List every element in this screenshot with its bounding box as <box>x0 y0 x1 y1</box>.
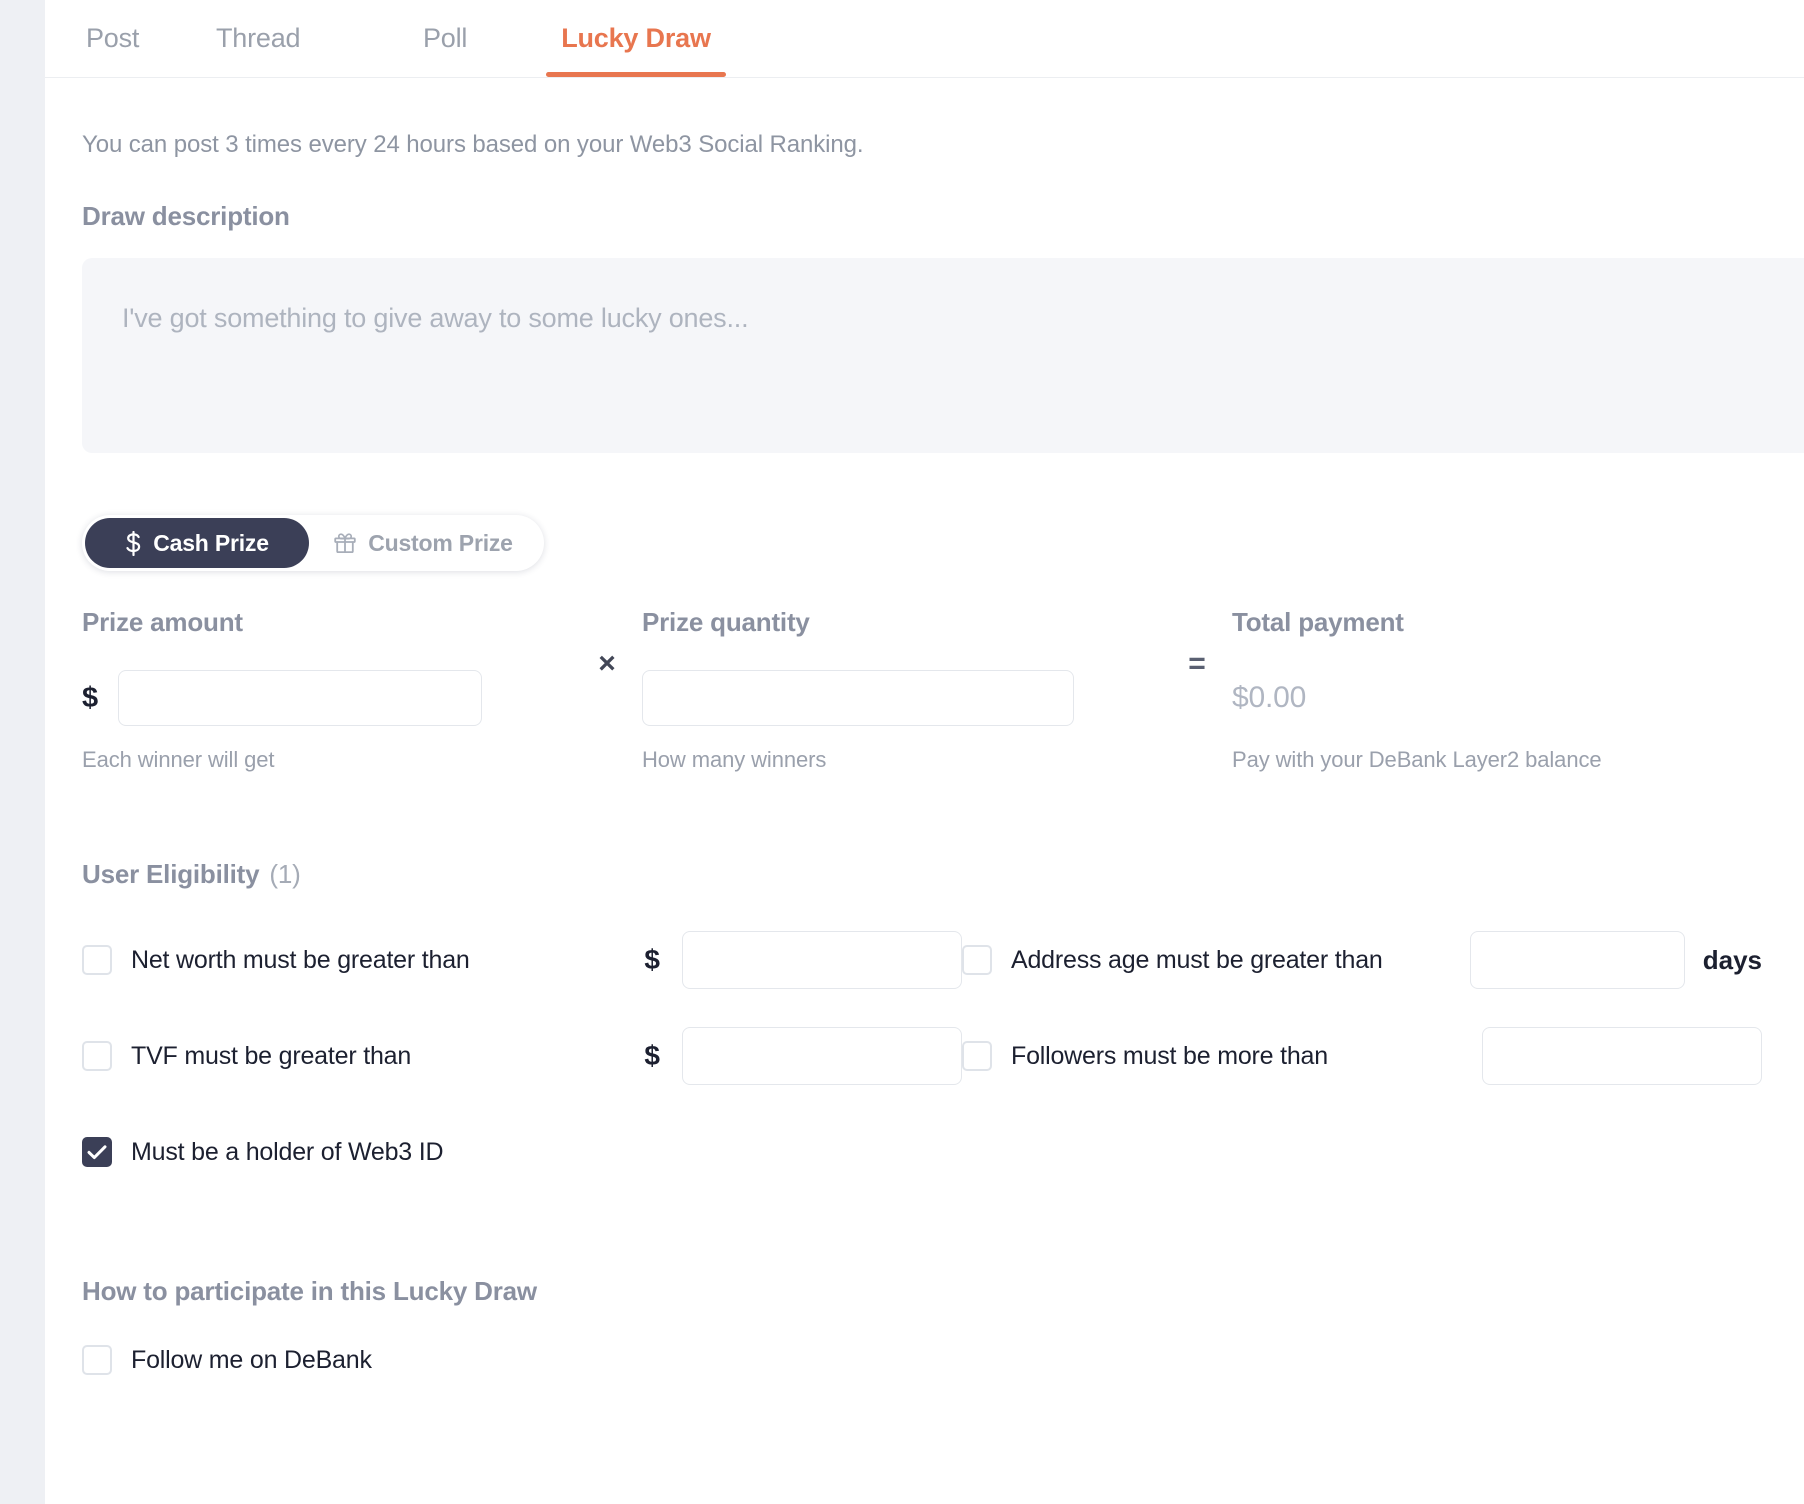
tab-thread[interactable]: Thread <box>212 0 419 77</box>
prize-type-cash-label: Cash Prize <box>153 530 269 557</box>
eligibility-row: Net worth must be greater than $ Address… <box>82 928 1804 992</box>
tab-post[interactable]: Post <box>82 0 212 77</box>
tab-poll[interactable]: Poll <box>419 0 546 77</box>
total-payment-helper: Pay with your DeBank Layer2 balance <box>1232 747 1752 773</box>
prize-amount-currency-prefix: $ <box>82 682 118 715</box>
eligibility-rule-tvf: TVF must be greater than $ <box>82 1027 962 1085</box>
prize-amount-group: Prize amount $ Each winner will get <box>82 607 572 773</box>
checkbox-tvf[interactable] <box>82 1041 112 1071</box>
checkbox-follow-me[interactable] <box>82 1345 112 1375</box>
tab-thread-label: Thread <box>216 23 300 54</box>
address-age-input[interactable] <box>1470 931 1685 989</box>
prize-type-cash-button[interactable]: Cash Prize <box>85 518 309 568</box>
multiply-operator: × <box>572 635 642 693</box>
tvf-currency-prefix: $ <box>644 1040 660 1072</box>
tab-lucky-draw[interactable]: Lucky Draw <box>546 0 726 77</box>
net-worth-input[interactable] <box>682 931 962 989</box>
checkbox-web3-id-holder-label: Must be a holder of Web3 ID <box>131 1138 443 1167</box>
user-eligibility-rules: Net worth must be greater than $ Address… <box>82 928 1804 1184</box>
post-limit-hint: You can post 3 times every 24 hours base… <box>82 131 1804 159</box>
tvf-input[interactable] <box>682 1027 962 1085</box>
checkbox-followers[interactable] <box>962 1041 992 1071</box>
prize-type-custom-button[interactable]: Custom Prize <box>309 518 537 568</box>
gift-icon <box>333 531 357 555</box>
draw-description-textarea[interactable]: I've got something to give away to some … <box>82 258 1804 453</box>
prize-fields-row: Prize amount $ Each winner will get × Pr… <box>82 607 1804 773</box>
user-eligibility-count: (1) <box>269 859 300 889</box>
composer-card: Post Thread Poll Lucky Draw You can post… <box>45 0 1804 1504</box>
net-worth-currency-prefix: $ <box>644 944 660 976</box>
page-left-gutter <box>0 0 45 1504</box>
checkbox-address-age[interactable] <box>962 945 992 975</box>
prize-quantity-group: Prize quantity How many winners <box>642 607 1162 773</box>
prize-amount-helper: Each winner will get <box>82 747 572 773</box>
tab-post-label: Post <box>86 23 139 54</box>
equals-operator: = <box>1162 635 1232 693</box>
draw-description-placeholder: I've got something to give away to some … <box>122 303 1764 334</box>
total-payment-value: $0.00 <box>1232 669 1752 727</box>
prize-quantity-input[interactable] <box>642 670 1074 726</box>
tab-active-underline <box>546 72 726 77</box>
participate-option-follow-me: Follow me on DeBank <box>82 1345 1804 1375</box>
prize-amount-input[interactable] <box>118 670 482 726</box>
eligibility-rule-net-worth: Net worth must be greater than $ <box>82 931 962 989</box>
dollar-icon <box>125 531 142 556</box>
eligibility-row: Must be a holder of Web3 ID <box>82 1120 1804 1184</box>
prize-type-toggle: Cash Prize Custom Prize <box>82 515 544 571</box>
checkbox-web3-id-holder[interactable] <box>82 1137 112 1167</box>
participate-title: How to participate in this Lucky Draw <box>82 1276 1804 1307</box>
checkbox-follow-me-label: Follow me on DeBank <box>131 1346 372 1375</box>
eligibility-rule-address-age: Address age must be greater than days <box>962 931 1762 989</box>
total-payment-label: Total payment <box>1232 607 1752 641</box>
prize-type-custom-label: Custom Prize <box>368 530 513 557</box>
total-payment-group: Total payment $0.00 Pay with your DeBank… <box>1232 607 1752 773</box>
address-age-unit: days <box>1703 945 1762 976</box>
checkbox-tvf-label: TVF must be greater than <box>131 1042 411 1071</box>
prize-quantity-helper: How many winners <box>642 747 1162 773</box>
composer-tabbar: Post Thread Poll Lucky Draw <box>45 0 1804 78</box>
tab-lucky-draw-label: Lucky Draw <box>561 23 711 54</box>
tab-poll-label: Poll <box>423 23 467 54</box>
followers-input[interactable] <box>1482 1027 1762 1085</box>
checkbox-address-age-label: Address age must be greater than <box>1011 946 1383 975</box>
checkbox-net-worth-label: Net worth must be greater than <box>131 946 470 975</box>
prize-amount-label: Prize amount <box>82 607 572 641</box>
checkbox-followers-label: Followers must be more than <box>1011 1042 1328 1071</box>
checkbox-net-worth[interactable] <box>82 945 112 975</box>
prize-quantity-label: Prize quantity <box>642 607 1162 641</box>
eligibility-rule-followers: Followers must be more than <box>962 1027 1762 1085</box>
eligibility-rule-web3-id-holder: Must be a holder of Web3 ID <box>82 1137 962 1167</box>
user-eligibility-title: User Eligibility (1) <box>82 859 1804 890</box>
user-eligibility-title-text: User Eligibility <box>82 859 259 889</box>
eligibility-row: TVF must be greater than $ Followers mus… <box>82 1024 1804 1088</box>
draw-description-title: Draw description <box>82 201 1804 232</box>
composer-body: You can post 3 times every 24 hours base… <box>45 131 1804 1375</box>
lucky-draw-composer: Post Thread Poll Lucky Draw You can post… <box>0 0 1804 1504</box>
